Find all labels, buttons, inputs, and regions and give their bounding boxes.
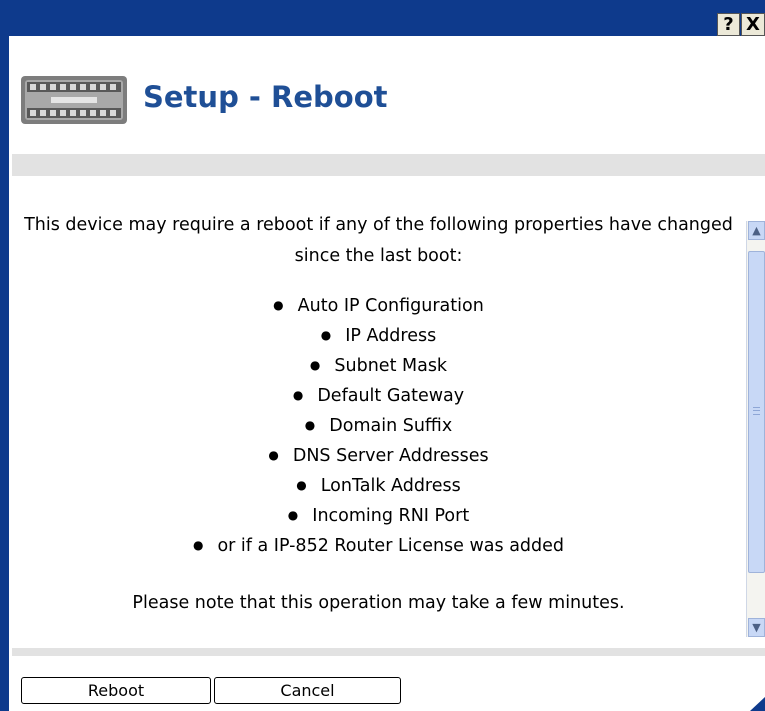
reboot-button[interactable]: Reboot — [21, 677, 211, 704]
help-button[interactable]: ? — [717, 13, 740, 36]
property-list: Auto IP Configuration IP Address Subnet … — [12, 292, 745, 562]
list-item: Incoming RNI Port — [12, 502, 745, 532]
cancel-button[interactable]: Cancel — [214, 677, 401, 704]
scrollbar-thumb[interactable] — [748, 251, 765, 573]
list-item: or if a IP-852 Router License was added — [12, 532, 745, 562]
resize-grip-icon[interactable] — [750, 697, 765, 711]
list-item: LonTalk Address — [12, 472, 745, 502]
footer-separator — [12, 648, 765, 656]
list-item: Default Gateway — [12, 382, 745, 412]
list-item: Auto IP Configuration — [12, 292, 745, 322]
close-button[interactable]: X — [741, 13, 765, 36]
window-left-border — [0, 36, 9, 711]
scroll-up-button[interactable]: ▲ — [748, 221, 765, 240]
list-item: IP Address — [12, 322, 745, 352]
device-image — [21, 76, 127, 124]
list-item: Subnet Mask — [12, 352, 745, 382]
note-text: Please note that this operation may take… — [132, 593, 625, 613]
grip-icon — [753, 407, 760, 415]
header-separator — [12, 154, 765, 176]
window-titlebar — [0, 0, 765, 36]
list-item: DNS Server Addresses — [12, 442, 745, 472]
vertical-scrollbar[interactable]: ▲ ▼ — [746, 221, 765, 637]
arrow-up-icon: ▲ — [752, 224, 761, 237]
intro-text: This device may require a reboot if any … — [24, 215, 733, 266]
page-title: Setup - Reboot — [143, 80, 388, 114]
scroll-down-button[interactable]: ▼ — [748, 618, 765, 637]
reboot-info-panel: This device may require a reboot if any … — [12, 210, 745, 642]
list-item: Domain Suffix — [12, 412, 745, 442]
arrow-down-icon: ▼ — [752, 621, 761, 634]
